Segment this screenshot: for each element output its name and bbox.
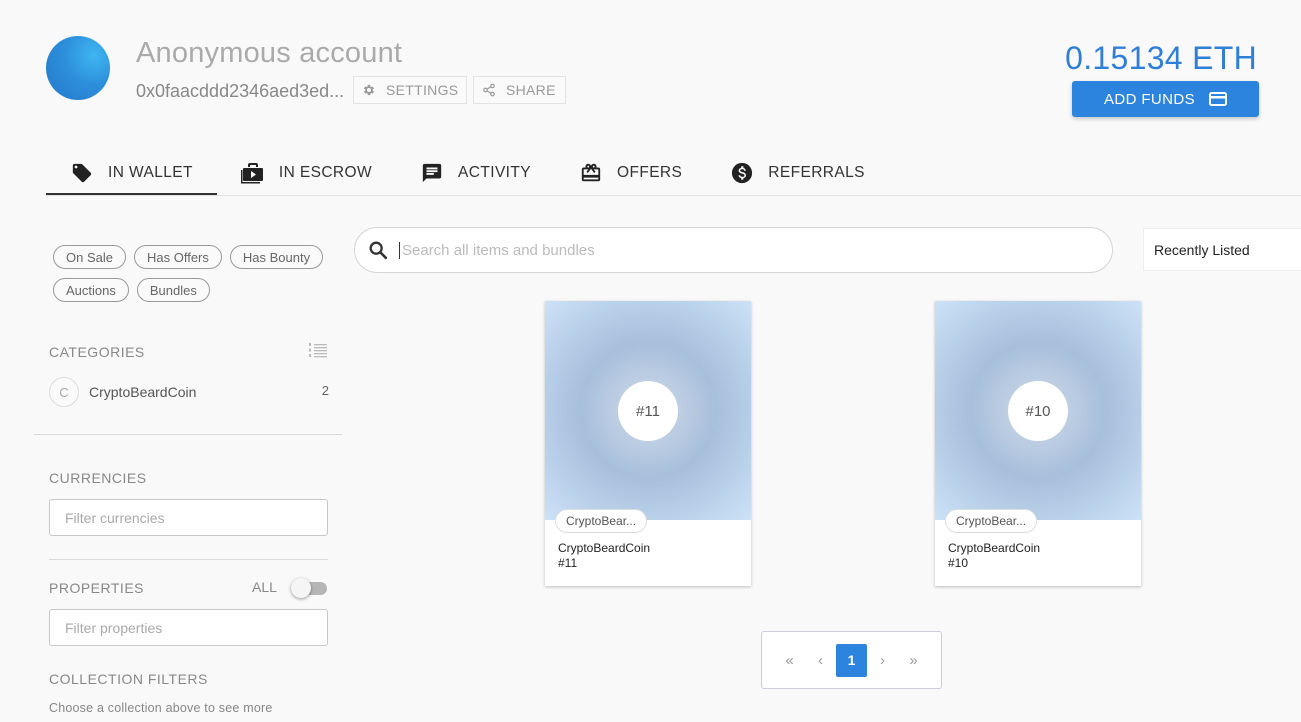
currencies-title: CURRENCIES — [49, 470, 147, 486]
tab-in-wallet[interactable]: IN WALLET — [46, 150, 217, 195]
sidebar-divider — [49, 559, 328, 560]
properties-title: PROPERTIES — [49, 580, 144, 596]
pagination: « ‹ 1 › » — [761, 631, 942, 689]
account-name: Anonymous account — [136, 37, 403, 69]
first-page-button[interactable]: « — [774, 644, 805, 677]
properties-filter-input[interactable]: Filter properties — [49, 609, 328, 646]
properties-all-toggle[interactable] — [291, 578, 327, 598]
category-avatar: C — [49, 377, 79, 407]
tab-offers[interactable]: OFFERS — [555, 150, 706, 195]
share-icon — [482, 82, 496, 98]
tab-label: REFERRALS — [768, 163, 865, 181]
search-bar — [354, 227, 1113, 273]
collection-filters-hint: Choose a collection above to see more — [49, 701, 273, 715]
account-address[interactable]: 0x0faacddd2346aed3ed... — [136, 81, 348, 102]
settings-label: SETTINGS — [386, 82, 459, 98]
item-number-badge: #11 — [618, 381, 678, 441]
chip-auctions[interactable]: Auctions — [53, 278, 129, 302]
message-icon — [420, 161, 444, 185]
category-item[interactable]: C CryptoBeardCoin 2 — [49, 376, 329, 408]
search-input[interactable] — [399, 241, 1079, 259]
filter-chips: On Sale Has Offers Has Bounty Auctions B… — [53, 245, 338, 302]
chip-bundles[interactable]: Bundles — [136, 278, 210, 302]
currencies-filter-input[interactable]: Filter currencies — [49, 499, 328, 536]
chip-has-bounty[interactable]: Has Bounty — [229, 245, 324, 269]
item-collection-tag-label: CryptoBear... — [566, 514, 637, 528]
tab-label: OFFERS — [617, 163, 683, 181]
tab-bar: IN WALLET IN ESCROW ACTIVITY OFFERS REFE… — [46, 150, 889, 195]
add-funds-label: ADD FUNDS — [1103, 90, 1196, 108]
credit-card-icon — [1209, 92, 1228, 106]
sidebar-divider — [34, 434, 342, 435]
gear-icon — [362, 82, 376, 98]
properties-all-label: ALL — [252, 579, 277, 595]
chip-has-offers[interactable]: Has Offers — [133, 245, 222, 269]
dollar-circle-icon — [730, 161, 754, 185]
tab-divider — [46, 195, 1301, 196]
chip-on-sale[interactable]: On Sale — [53, 245, 126, 269]
sort-select[interactable]: Recently Listed — [1143, 228, 1301, 271]
list-numbered-icon[interactable] — [309, 342, 327, 358]
category-name: CryptoBeardCoin — [89, 384, 197, 400]
tab-activity[interactable]: ACTIVITY — [396, 150, 555, 195]
categories-title: CATEGORIES — [49, 344, 145, 360]
tab-label: ACTIVITY — [458, 163, 531, 181]
account-avatar — [46, 36, 110, 100]
add-funds-button[interactable]: ADD FUNDS — [1072, 81, 1259, 117]
item-subtitle: #11 — [558, 556, 578, 570]
tab-referrals[interactable]: REFERRALS — [706, 150, 889, 195]
item-title: CryptoBeardCoin — [948, 541, 1041, 555]
item-title: CryptoBeardCoin — [558, 541, 651, 555]
current-page-button[interactable]: 1 — [836, 643, 867, 677]
prev-page-button[interactable]: ‹ — [805, 644, 836, 677]
item-collection-tag[interactable]: CryptoBear... — [555, 509, 648, 533]
tab-label: IN ESCROW — [278, 163, 373, 181]
share-label: SHARE — [506, 82, 556, 98]
next-page-button[interactable]: › — [867, 644, 898, 677]
item-collection-tag[interactable]: CryptoBear... — [945, 509, 1038, 533]
item-number-badge: #10 — [1008, 381, 1068, 441]
briefcase-icon — [240, 161, 265, 185]
tag-icon — [70, 161, 94, 185]
tab-label: IN WALLET — [108, 163, 193, 181]
item-card[interactable]: #10 CryptoBear... CryptoBeardCoin #10 — [935, 301, 1141, 586]
gift-card-icon — [579, 161, 603, 185]
item-subtitle: #10 — [948, 556, 969, 570]
tab-in-escrow[interactable]: IN ESCROW — [217, 150, 396, 195]
category-count: 2 — [321, 382, 329, 398]
eth-balance: 0.15134 ETH — [1065, 40, 1257, 76]
settings-button[interactable]: SETTINGS — [353, 76, 467, 104]
collection-filters-title: COLLECTION FILTERS — [49, 671, 208, 687]
item-collection-tag-label: CryptoBear... — [956, 514, 1027, 528]
last-page-button[interactable]: » — [898, 644, 929, 677]
share-button[interactable]: SHARE — [473, 76, 566, 104]
item-card[interactable]: #11 CryptoBear... CryptoBeardCoin #11 — [545, 301, 751, 586]
search-icon — [367, 239, 389, 261]
toggle-knob — [291, 578, 311, 598]
